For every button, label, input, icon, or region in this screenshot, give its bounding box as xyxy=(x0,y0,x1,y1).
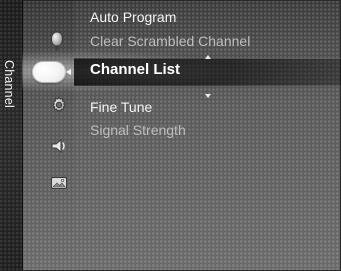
menu-item-label: Signal Strength xyxy=(90,122,186,138)
menu-item-clear-scrambled-channel: Clear Scrambled Channel xyxy=(90,32,250,50)
antenna-icon[interactable] xyxy=(48,30,66,52)
menu-item-label: Clear Scrambled Channel xyxy=(90,33,251,49)
picture-icon[interactable] xyxy=(50,176,68,190)
channel-icon[interactable] xyxy=(32,61,66,83)
channel-menu: Auto Program Clear Scrambled Channel Cha… xyxy=(74,0,341,271)
menu-item-label: Channel List xyxy=(90,61,181,78)
menu-item-channel-list[interactable]: Channel List xyxy=(90,61,180,79)
speaker-icon[interactable] xyxy=(50,138,68,154)
menu-item-label: Auto Program xyxy=(90,9,177,25)
settings-icon[interactable] xyxy=(50,96,68,114)
menu-item-signal-strength: Signal Strength xyxy=(90,121,186,139)
menu-item-auto-program[interactable]: Auto Program xyxy=(90,8,176,26)
tv-menu-screen: Channel Auto Program Clear Scrambled Cha… xyxy=(0,0,341,271)
selected-indicator-arrow xyxy=(66,69,71,75)
side-tab-channel[interactable]: Channel xyxy=(0,0,23,271)
menu-item-fine-tune[interactable]: Fine Tune xyxy=(90,98,152,116)
menu-item-label: Fine Tune xyxy=(90,99,153,115)
side-tab-label: Channel xyxy=(2,60,16,108)
